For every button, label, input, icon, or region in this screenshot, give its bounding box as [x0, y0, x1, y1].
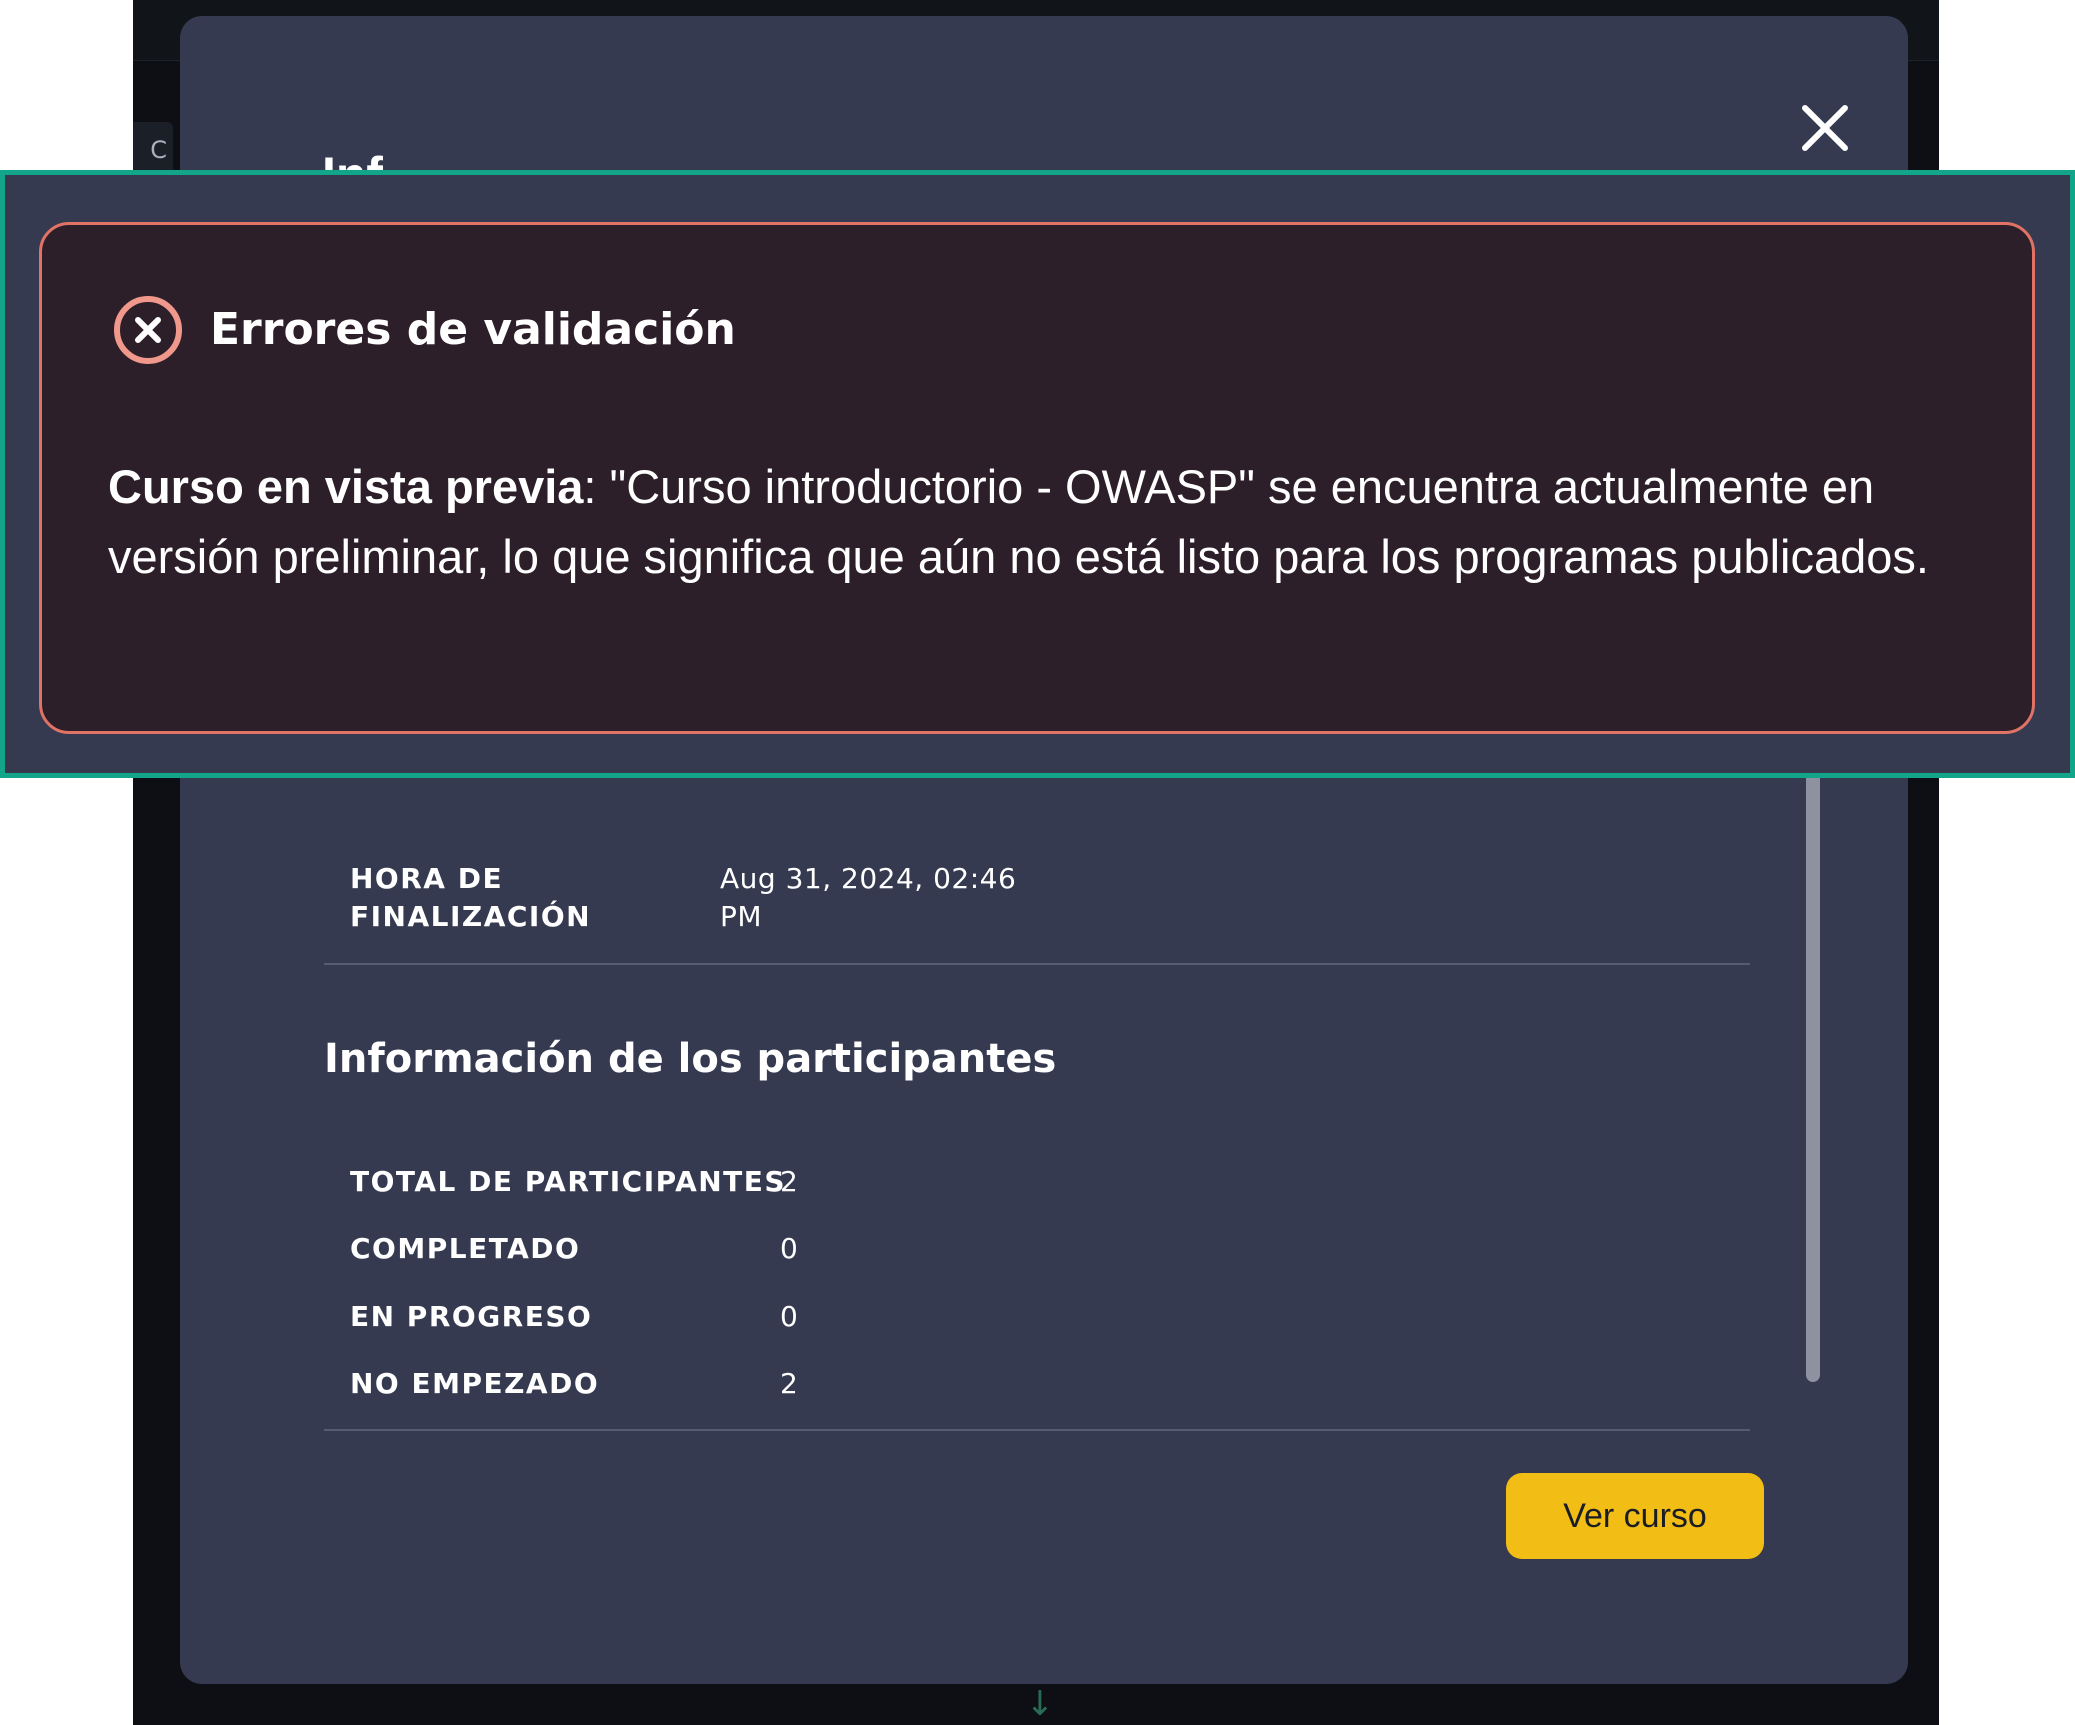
participants-in-progress-value: 0	[780, 1300, 799, 1333]
end-time-value: Aug 31, 2024, 02:46 PM	[720, 862, 1017, 933]
participants-total-value: 2	[780, 1165, 799, 1198]
participants-total-label: TOTAL DE PARTICIPANTES	[350, 1165, 787, 1198]
participants-not-started-label: NO EMPEZADO	[350, 1367, 600, 1400]
modal-scrollbar[interactable]	[1806, 770, 1820, 1382]
divider	[324, 963, 1750, 965]
error-message-strong: Curso en vista previa	[108, 460, 584, 513]
close-icon	[1802, 105, 1848, 151]
participants-completed-label: COMPLETADO	[350, 1232, 581, 1265]
close-button[interactable]	[1795, 98, 1855, 158]
participants-completed-value: 0	[780, 1232, 799, 1265]
participants-not-started-value: 2	[780, 1367, 799, 1400]
modal-title: Inf	[322, 150, 383, 172]
divider	[324, 1429, 1750, 1431]
end-time-label: HORA DE FINALIZACIÓN	[350, 862, 592, 933]
participants-section-title: Información de los participantes	[324, 1036, 1057, 1082]
error-message: Curso en vista previa: "Curso introducto…	[108, 452, 1988, 592]
page: C ↓ Inf HORA DE FINALIZACIÓN Aug 31, 202…	[0, 0, 2075, 1725]
arrow-down-icon: ↓	[1025, 1684, 1055, 1724]
error-circle-x-icon	[112, 294, 184, 366]
error-title: Errores de validación	[210, 304, 736, 355]
view-course-button[interactable]: Ver curso	[1506, 1473, 1764, 1559]
participants-in-progress-label: EN PROGRESO	[350, 1300, 593, 1333]
